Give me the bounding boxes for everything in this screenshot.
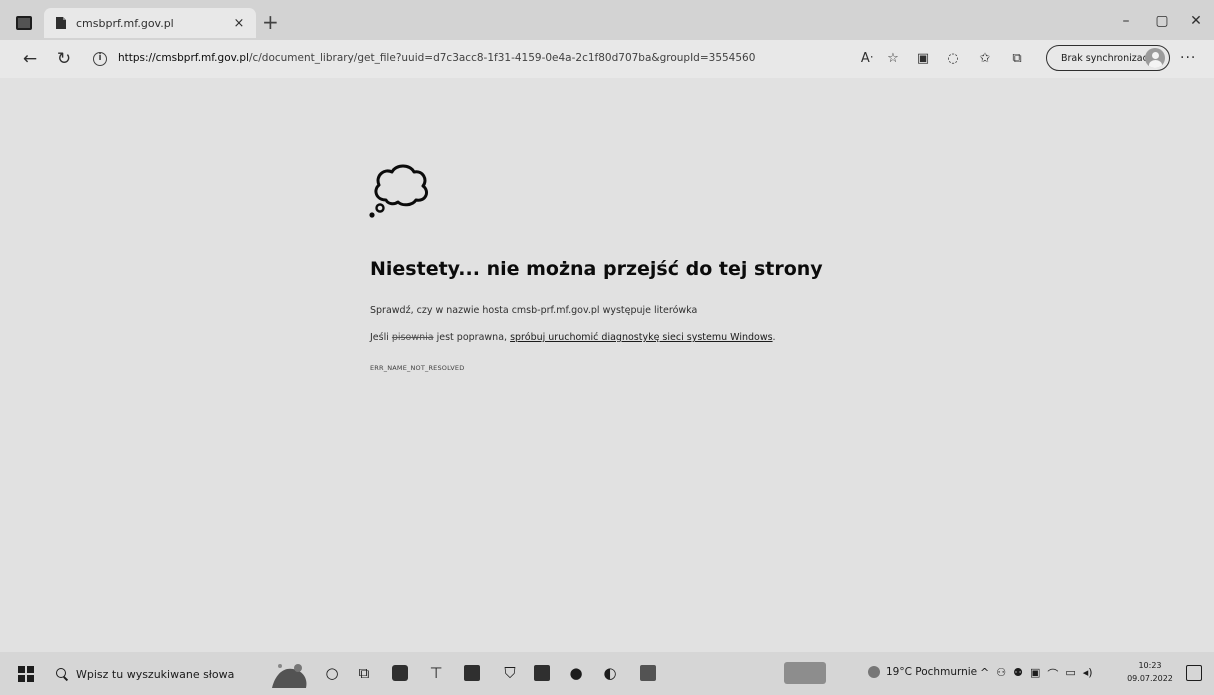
- weather-text: 19°C Pochmurnie: [886, 666, 978, 678]
- thought-cloud-icon: [369, 164, 428, 218]
- clock-date: 09.07.2022: [1127, 674, 1173, 683]
- taskbar-clock[interactable]: 10:23 09.07.2022: [1124, 659, 1176, 685]
- mail-icon[interactable]: [390, 663, 410, 683]
- hint-prefix: Jeśli: [370, 332, 389, 343]
- notification-icon[interactable]: [1186, 665, 1202, 681]
- weather-widget[interactable]: 19°C Pochmurnie: [868, 666, 977, 678]
- hint-struck-word: pisownia: [391, 332, 434, 343]
- address-bar[interactable]: https://cmsbprf.mf.gov.pl/c/document_lib…: [118, 52, 818, 68]
- collections-icon[interactable]: ⧉: [1008, 50, 1026, 68]
- cloud-weather-icon: [868, 666, 880, 678]
- hint-suffix: .: [772, 332, 776, 343]
- hint-mid: jest poprawna,: [436, 332, 508, 343]
- start-button[interactable]: [18, 666, 34, 682]
- system-tray: ^ ⚇ ⚉ ▣ ⌒ ▭ ◂): [980, 666, 1093, 682]
- favorites-icon[interactable]: ✩: [976, 50, 994, 68]
- back-button[interactable]: ←: [20, 49, 40, 69]
- hint-diagnostics: Jeśli pisownia jest poprawna, spróbuj ur…: [370, 332, 776, 343]
- refresh-button[interactable]: ↻: [54, 49, 74, 69]
- taskbar: Wpisz tu wyszukiwane słowa ○ ⧉ ⊤ ⛉ ● ◐ 1…: [0, 652, 1214, 695]
- store-icon[interactable]: [462, 663, 482, 683]
- error-title: Niestety... nie można przejść do tej str…: [370, 258, 823, 280]
- url-host: https://cmsbprf.mf.gov.pl: [118, 52, 249, 64]
- cortana-icon[interactable]: ○: [322, 663, 342, 683]
- app-window-icon[interactable]: [638, 663, 658, 683]
- volume-icon[interactable]: ◂): [1083, 666, 1093, 682]
- browser-tab[interactable]: cmsbprf.mf.gov.pl ×: [44, 8, 256, 38]
- clock-time: 10:23: [1138, 661, 1162, 670]
- sync-label: Brak synchronizacji: [1061, 52, 1154, 64]
- title-bar: cmsbprf.mf.gov.pl × + – ▢ ✕: [0, 0, 1214, 40]
- profile-sync-button[interactable]: Brak synchronizacji: [1046, 45, 1170, 71]
- app-l-icon[interactable]: [532, 663, 552, 683]
- search-icon: [56, 668, 68, 680]
- search-placeholder: Wpisz tu wyszukiwane słowa: [76, 667, 235, 681]
- edge-dev-icon[interactable]: ◐: [600, 663, 620, 683]
- error-code: ERR_NAME_NOT_RESOLVED: [370, 364, 465, 372]
- browser-essentials-icon[interactable]: ◌: [944, 50, 962, 68]
- display-icon[interactable]: ▣: [1030, 666, 1040, 682]
- close-window-button[interactable]: ✕: [1178, 10, 1214, 32]
- people-icon[interactable]: ⚉: [1013, 666, 1023, 682]
- avatar: [1145, 48, 1165, 68]
- network-diagnostics-link[interactable]: spróbuj uruchomić diagnostykę sieci syst…: [510, 332, 772, 343]
- hint-typo: Sprawdź, czy w nazwie hosta cmsb-prf.mf.…: [370, 305, 698, 316]
- task-view-icon[interactable]: ⧉: [354, 663, 374, 683]
- tab-actions-icon[interactable]: [16, 16, 32, 30]
- new-tab-button[interactable]: +: [262, 12, 279, 32]
- tab-title: cmsbprf.mf.gov.pl: [76, 16, 174, 30]
- minimize-button[interactable]: –: [1108, 10, 1144, 32]
- monitor-icon[interactable]: ▭: [1065, 666, 1075, 682]
- taskbar-search-input[interactable]: Wpisz tu wyszukiwane słowa: [48, 660, 260, 688]
- more-options-icon[interactable]: ···: [1180, 50, 1196, 66]
- browser-toolbar: ← ↻ i https://cmsbprf.mf.gov.pl/c/docume…: [0, 40, 1214, 78]
- search-highlight-icon[interactable]: [268, 658, 312, 692]
- news-widget[interactable]: [784, 662, 826, 684]
- error-page: Niestety... nie można przejść do tej str…: [0, 78, 1214, 652]
- site-info-icon[interactable]: i: [93, 52, 107, 66]
- network-app-icon[interactable]: ⊤: [426, 663, 446, 683]
- wifi-icon[interactable]: ⌒: [1047, 666, 1058, 682]
- site-favicon-icon: [56, 17, 66, 29]
- maximize-button[interactable]: ▢: [1144, 10, 1180, 32]
- edge-browser-icon[interactable]: ●: [566, 663, 586, 683]
- chevron-up-icon[interactable]: ^: [980, 666, 989, 682]
- security-app-icon[interactable]: ⛉: [500, 663, 520, 683]
- read-aloud-icon[interactable]: Aᐧ: [858, 50, 876, 68]
- favorite-add-icon[interactable]: ☆: [884, 50, 902, 68]
- url-path: /c/document_library/get_file?uuid=d7c3ac…: [248, 52, 756, 64]
- tab-close-icon[interactable]: ×: [232, 16, 246, 31]
- extensions-icon[interactable]: ▣: [914, 50, 932, 68]
- app-tray-icon[interactable]: ⚇: [996, 666, 1006, 682]
